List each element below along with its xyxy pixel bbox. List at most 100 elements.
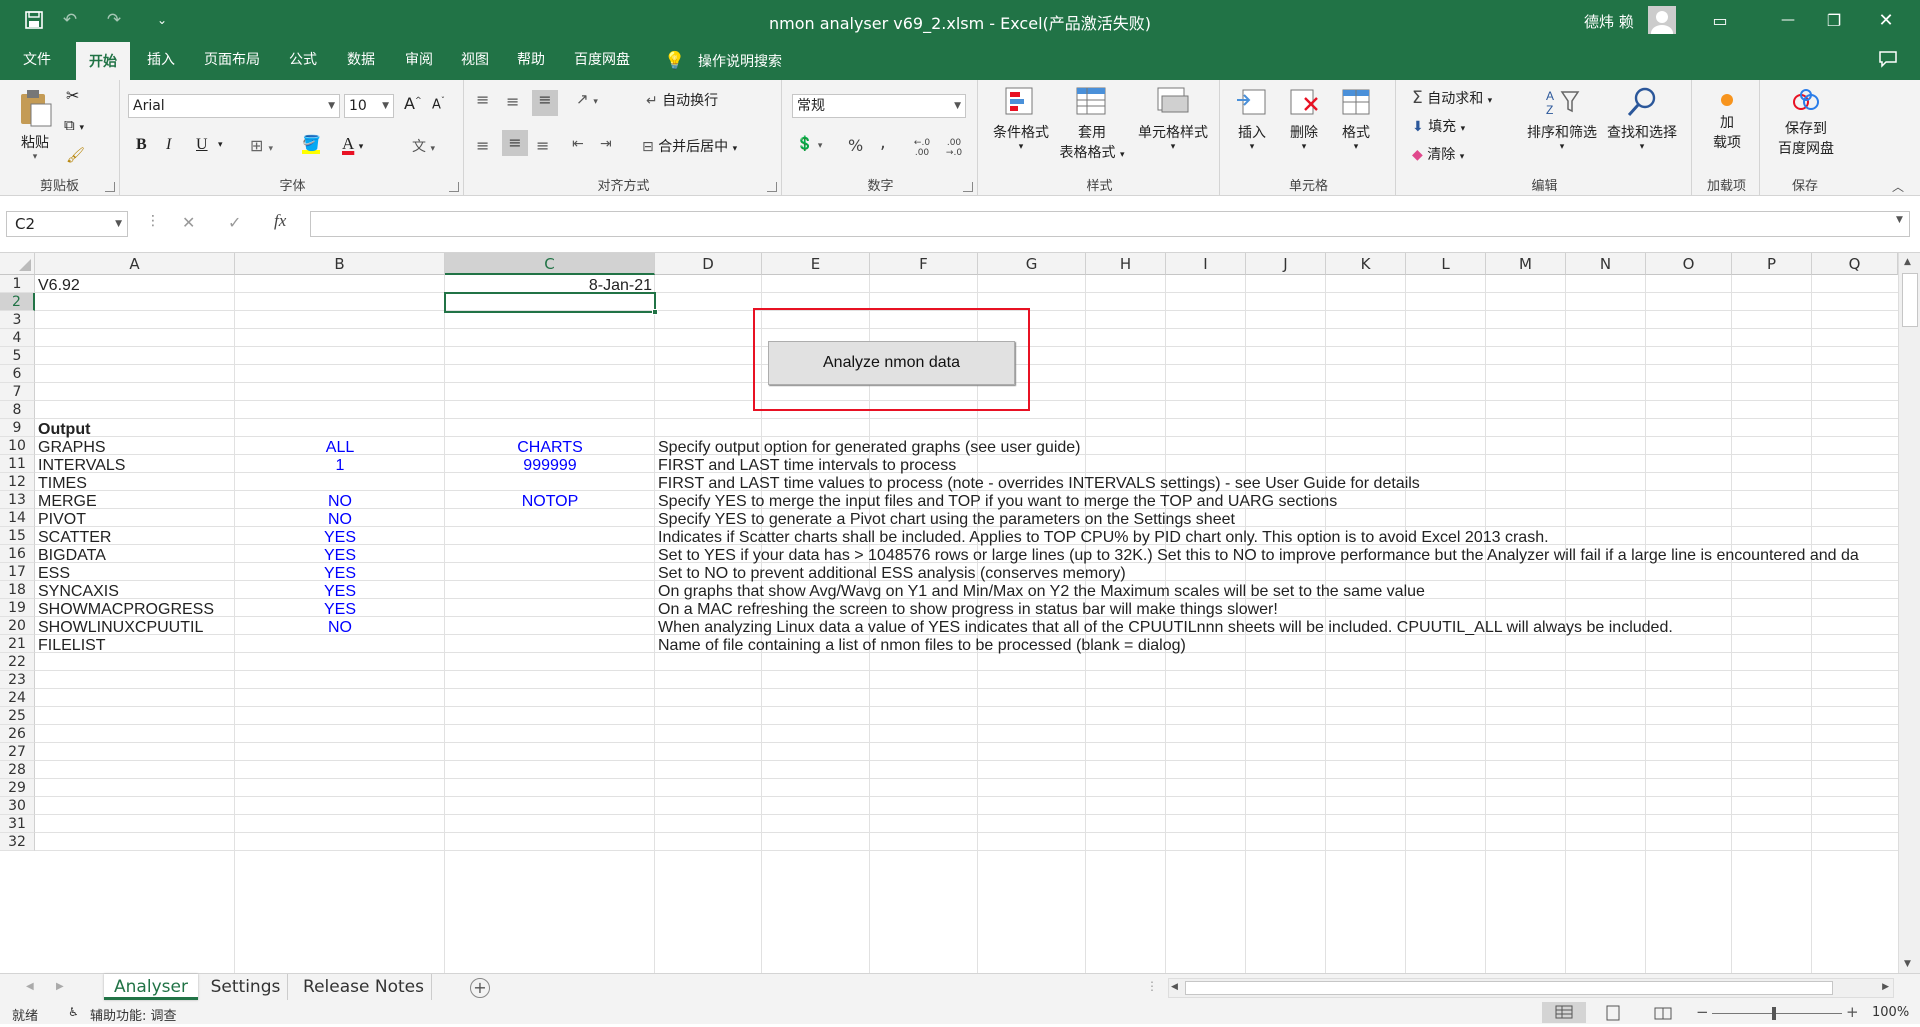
close-icon[interactable]: ✕: [1874, 8, 1898, 32]
row-header-3[interactable]: 3: [0, 311, 35, 329]
ribbon-display-options-icon[interactable]: ▭: [1708, 8, 1732, 32]
increase-font-icon[interactable]: A^: [404, 94, 422, 113]
font-name-combo[interactable]: Arial ▼: [128, 94, 340, 118]
customize-qat-icon[interactable]: ⌄: [150, 8, 174, 32]
align-top-icon[interactable]: ≡: [476, 90, 489, 109]
cell-d21[interactable]: Name of file containing a list of nmon f…: [655, 635, 1189, 657]
expand-formula-bar-icon[interactable]: ▼: [1896, 215, 1903, 225]
accounting-format-icon[interactable]: 💲 ▾: [796, 136, 822, 152]
collapse-ribbon-icon[interactable]: ︿: [1892, 178, 1904, 195]
row-header-22[interactable]: 22: [0, 653, 35, 671]
underline-dropdown-icon[interactable]: ▾: [218, 140, 223, 150]
scroll-left-icon[interactable]: ◀: [1171, 982, 1178, 992]
format-cells-button[interactable]: 格式 ▾: [1334, 86, 1378, 152]
row-header-5[interactable]: 5: [0, 347, 35, 365]
row-header-26[interactable]: 26: [0, 725, 35, 743]
column-header-h[interactable]: H: [1086, 253, 1166, 275]
redo-icon[interactable]: ↷: [102, 8, 126, 32]
percent-style-button[interactable]: %: [848, 136, 863, 155]
accessibility-status[interactable]: 辅助功能: 调查: [90, 1005, 177, 1024]
insert-cells-button[interactable]: 插入 ▾: [1230, 86, 1274, 152]
share-icon[interactable]: [1878, 50, 1898, 72]
decrease-decimal-button[interactable]: .00 →.0: [940, 138, 968, 158]
accessibility-icon[interactable]: ♿: [68, 1005, 79, 1019]
bold-button[interactable]: B: [136, 136, 147, 154]
minimize-icon[interactable]: —: [1776, 8, 1800, 32]
select-all-corner[interactable]: [0, 253, 35, 275]
column-header-d[interactable]: D: [655, 253, 762, 275]
scroll-sheets-left-icon[interactable]: ◀: [26, 981, 34, 992]
tab-review[interactable]: 审阅: [394, 40, 444, 80]
zoom-slider[interactable]: [1712, 1013, 1842, 1014]
copy-icon[interactable]: ⧉ ▾: [64, 116, 84, 134]
find-select-button[interactable]: 查找和选择 ▾: [1602, 86, 1682, 152]
font-color-icon[interactable]: A ▾: [342, 134, 363, 154]
number-launcher-icon[interactable]: [963, 182, 973, 192]
clipboard-launcher-icon[interactable]: [105, 182, 115, 192]
user-name[interactable]: 德炜 赖: [1584, 11, 1634, 32]
column-header-c[interactable]: C: [445, 253, 655, 275]
number-format-combo[interactable]: 常规 ▼: [792, 94, 966, 118]
avatar[interactable]: [1648, 6, 1676, 34]
insert-function-icon[interactable]: fx: [274, 211, 286, 231]
vertical-scrollbar[interactable]: ▲ ▼: [1898, 253, 1920, 973]
row-header-19[interactable]: 19: [0, 599, 35, 617]
fill-handle[interactable]: [652, 309, 658, 315]
zoom-level[interactable]: 100%: [1872, 1005, 1909, 1020]
scroll-sheets-right-icon[interactable]: ▶: [56, 981, 64, 992]
row-header-20[interactable]: 20: [0, 617, 35, 635]
tab-baidu-netdisk[interactable]: 百度网盘: [564, 40, 640, 80]
enter-entry-icon[interactable]: ✓: [228, 213, 241, 232]
align-bottom-icon[interactable]: ≡: [532, 90, 558, 116]
tab-file[interactable]: 文件: [12, 40, 62, 80]
row-header-13[interactable]: 13: [0, 491, 35, 509]
formula-input[interactable]: [310, 211, 1910, 237]
row-header-27[interactable]: 27: [0, 743, 35, 761]
row-header-18[interactable]: 18: [0, 581, 35, 599]
row-header-9[interactable]: 9: [0, 419, 35, 437]
column-header-b[interactable]: B: [235, 253, 445, 275]
horizontal-scrollbar[interactable]: ◀ ▶: [1168, 978, 1894, 998]
underline-button[interactable]: U: [196, 136, 208, 154]
tab-page-layout[interactable]: 页面布局: [194, 40, 270, 80]
row-header-11[interactable]: 11: [0, 455, 35, 473]
column-header-q[interactable]: Q: [1812, 253, 1898, 275]
clear-button[interactable]: ◆ 清除 ▾: [1412, 144, 1464, 164]
format-as-table-button[interactable]: 套用 表格格式 ▾: [1052, 86, 1132, 162]
row-header-15[interactable]: 15: [0, 527, 35, 545]
sheet-tab-release-notes[interactable]: Release Notes: [296, 974, 432, 1000]
decrease-font-icon[interactable]: Aˇ: [432, 96, 445, 112]
row-header-1[interactable]: 1: [0, 275, 35, 293]
column-header-p[interactable]: P: [1732, 253, 1812, 275]
paste-button[interactable]: 粘贴 ▾: [12, 88, 58, 162]
cell-b20[interactable]: NO: [235, 617, 445, 639]
row-header-8[interactable]: 8: [0, 401, 35, 419]
increase-decimal-button[interactable]: ←.0 .00: [908, 138, 936, 158]
tab-home[interactable]: 开始: [76, 40, 130, 80]
row-header-12[interactable]: 12: [0, 473, 35, 491]
page-layout-view-button[interactable]: [1604, 1005, 1622, 1025]
normal-view-button[interactable]: [1542, 1002, 1586, 1023]
scroll-down-icon[interactable]: ▼: [1904, 959, 1911, 969]
delete-cells-button[interactable]: 删除 ▾: [1282, 86, 1326, 152]
orientation-icon[interactable]: ↗ ▾: [576, 90, 598, 108]
sort-filter-button[interactable]: AZ 排序和筛选 ▾: [1522, 86, 1602, 152]
row-header-28[interactable]: 28: [0, 761, 35, 779]
column-header-e[interactable]: E: [762, 253, 870, 275]
cell-styles-button[interactable]: 单元格样式 ▾: [1130, 86, 1216, 152]
row-header-10[interactable]: 10: [0, 437, 35, 455]
tab-insert[interactable]: 插入: [136, 40, 186, 80]
tab-splitter-icon[interactable]: ⋮: [1146, 979, 1158, 993]
row-header-17[interactable]: 17: [0, 563, 35, 581]
row-header-25[interactable]: 25: [0, 707, 35, 725]
column-header-o[interactable]: O: [1646, 253, 1732, 275]
merge-center-button[interactable]: ⊟ 合并后居中 ▾: [642, 136, 737, 156]
tab-data[interactable]: 数据: [336, 40, 386, 80]
align-center-icon[interactable]: ≡: [502, 130, 528, 156]
column-header-j[interactable]: J: [1246, 253, 1326, 275]
cell-a1[interactable]: V6.92: [35, 275, 83, 297]
conditional-formatting-button[interactable]: 条件格式 ▾: [986, 86, 1056, 152]
cell-c13[interactable]: NOTOP: [445, 491, 655, 513]
column-header-i[interactable]: I: [1166, 253, 1246, 275]
alignment-launcher-icon[interactable]: [767, 182, 777, 192]
